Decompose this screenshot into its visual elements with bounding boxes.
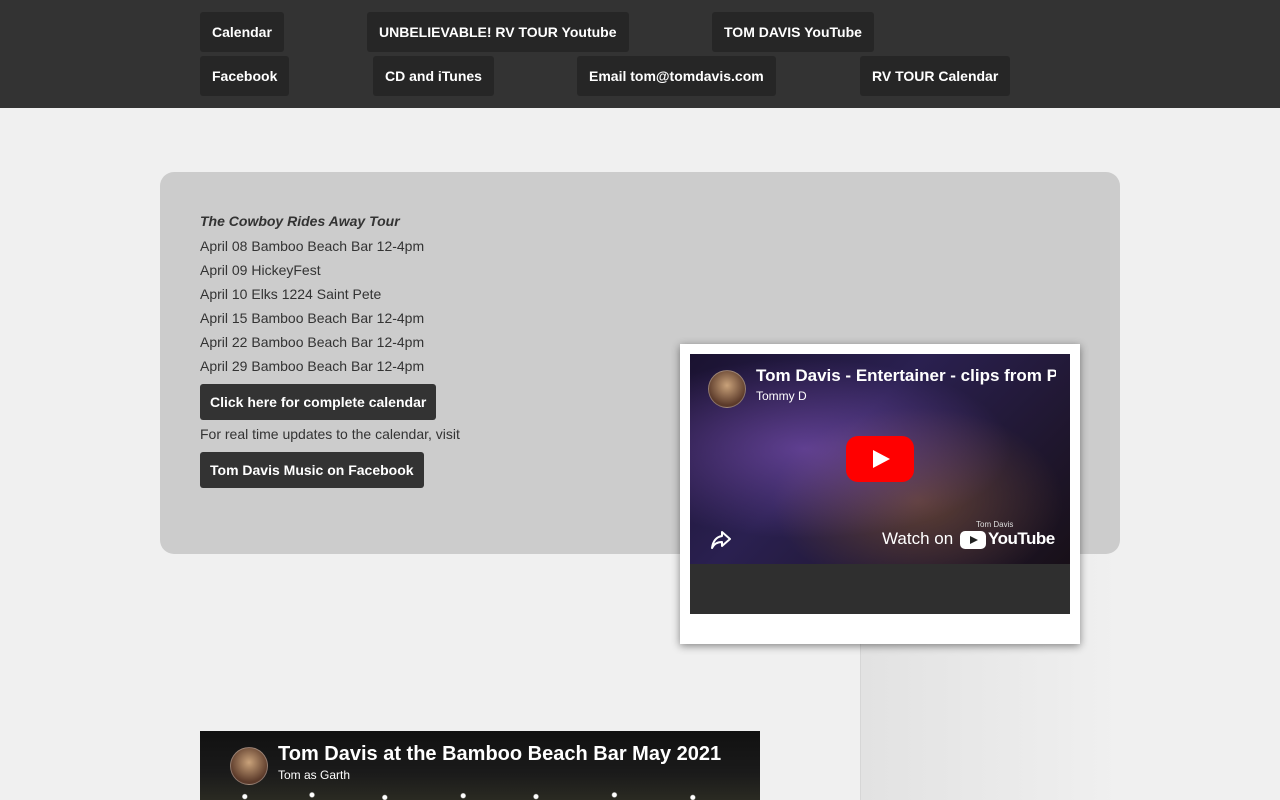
tour-date-item: April 29 Bamboo Beach Bar 12-4pm — [200, 358, 425, 374]
video2-thumbnail[interactable] — [200, 783, 760, 800]
nav-rv-tour-youtube-button[interactable]: UNBELIEVABLE! RV TOUR Youtube — [367, 12, 629, 52]
video-title[interactable]: Tom Davis - Entertainer - clips from P — [756, 366, 1056, 386]
channel-avatar[interactable] — [230, 747, 268, 785]
facebook-music-button[interactable]: Tom Davis Music on Facebook — [200, 452, 424, 488]
tour-date-item: April 22 Bamboo Beach Bar 12-4pm — [200, 334, 425, 350]
video-card: Tom Davis - Entertainer - clips from P T… — [680, 344, 1080, 644]
tour-date-item: April 15 Bamboo Beach Bar 12-4pm — [200, 310, 425, 326]
video-channel-name[interactable]: Tom as Garth — [278, 768, 350, 782]
youtube-wordmark: YouTube — [988, 529, 1055, 548]
share-icon[interactable] — [708, 526, 734, 552]
top-nav-bar: Calendar UNBELIEVABLE! RV TOUR Youtube T… — [0, 0, 1280, 108]
channel-avatar[interactable] — [708, 370, 746, 408]
video-title[interactable]: Tom Davis at the Bamboo Beach Bar May 20… — [278, 743, 721, 766]
tour-date-item: April 08 Bamboo Beach Bar 12-4pm — [200, 238, 425, 254]
video-channel-name[interactable]: Tommy D — [756, 389, 807, 403]
tour-title: The Cowboy Rides Away Tour — [200, 213, 400, 229]
tour-date-item: April 10 Elks 1224 Saint Pete — [200, 286, 382, 302]
watch-on-youtube-link[interactable]: Watch on Tom Davis YouTube — [880, 520, 1060, 552]
tiny-channel-label: Tom Davis — [976, 520, 1014, 529]
youtube-embed-2[interactable]: Tom Davis at the Bamboo Beach Bar May 20… — [200, 731, 760, 800]
youtube-logo-icon — [960, 531, 986, 549]
youtube-embed-1[interactable]: Tom Davis - Entertainer - clips from P T… — [690, 354, 1070, 614]
complete-calendar-button[interactable]: Click here for complete calendar — [200, 384, 437, 420]
tour-date-item: April 09 HickeyFest — [200, 262, 321, 278]
nav-facebook-button[interactable]: Facebook — [200, 56, 290, 96]
watch-on-label: Watch on — [882, 529, 954, 548]
nav-rv-tour-calendar-button[interactable]: RV TOUR Calendar — [860, 56, 1011, 96]
nav-tom-davis-youtube-button[interactable]: TOM DAVIS YouTube — [712, 12, 874, 52]
nav-calendar-button[interactable]: Calendar — [200, 12, 284, 52]
nav-email-button[interactable]: Email tom@tomdavis.com — [577, 56, 776, 96]
play-icon[interactable] — [846, 436, 914, 482]
calendar-updates-text: For real time updates to the calendar, v… — [200, 426, 460, 442]
nav-cd-itunes-button[interactable]: CD and iTunes — [373, 56, 494, 96]
